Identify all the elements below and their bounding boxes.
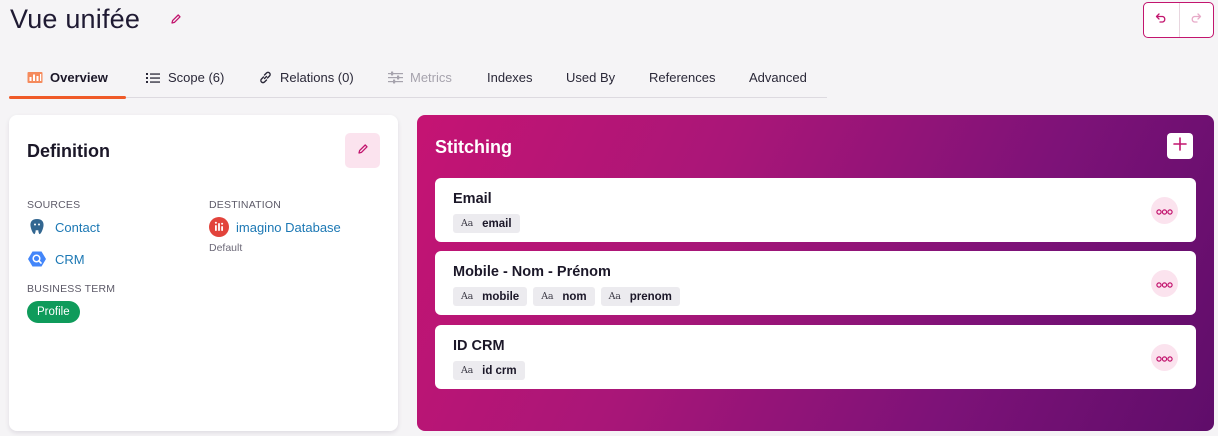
definition-title: Definition xyxy=(27,141,110,161)
rule-fields: Aa mobile Aa nom Aa prenom xyxy=(453,287,680,306)
field-name: nom xyxy=(562,290,587,303)
more-options-icon xyxy=(1156,202,1173,220)
rule-fields: Aa id crm xyxy=(453,361,525,380)
rule-fields: Aa email xyxy=(453,214,520,233)
overview-chart-icon xyxy=(27,70,43,86)
pencil-icon xyxy=(357,142,369,160)
history-controls xyxy=(1143,2,1214,38)
field-name: prenom xyxy=(629,290,672,303)
redo-button[interactable] xyxy=(1178,3,1214,37)
tab-overview[interactable]: Overview xyxy=(9,58,126,99)
more-options-icon xyxy=(1156,275,1173,293)
tab-label: Used By xyxy=(566,70,616,85)
sources-label: SOURCES xyxy=(27,199,81,211)
text-type-icon: Aa xyxy=(608,291,621,302)
rule-options-button[interactable] xyxy=(1151,270,1178,297)
undo-arrow-icon xyxy=(1155,11,1167,29)
page-title: Vue unifée xyxy=(10,4,141,34)
field-name: email xyxy=(482,217,512,230)
field-chip: Aa mobile xyxy=(453,287,528,306)
stitching-rule-card[interactable]: Email Aa email xyxy=(435,178,1196,242)
pencil-icon[interactable] xyxy=(170,12,182,24)
tab-label: Scope (6) xyxy=(168,70,225,85)
source-name: Contact xyxy=(55,219,100,235)
tab-advanced[interactable]: Advanced xyxy=(749,58,819,97)
tab-references[interactable]: References xyxy=(649,58,731,97)
source-contact-link[interactable]: Contact xyxy=(27,217,100,237)
text-type-icon: Aa xyxy=(541,291,554,302)
stitching-panel: Stitching Email Aa email Mobile - Nom - P… xyxy=(417,115,1214,431)
tab-used-by[interactable]: Used By xyxy=(566,58,630,97)
field-chip: Aa prenom xyxy=(600,287,680,306)
edit-definition-button[interactable] xyxy=(345,133,380,168)
postgresql-icon xyxy=(27,217,47,237)
text-type-icon: Aa xyxy=(461,291,474,302)
list-icon xyxy=(145,70,161,86)
field-chip: Aa id crm xyxy=(453,361,525,380)
tab-label: Relations (0) xyxy=(280,70,354,85)
sliders-icon xyxy=(387,70,403,86)
tab-scope[interactable]: Scope (6) xyxy=(145,58,239,97)
rule-options-button[interactable] xyxy=(1151,197,1178,224)
field-chip: Aa email xyxy=(453,214,520,233)
link-icon xyxy=(257,70,273,86)
destination-link[interactable]: imagino Database xyxy=(209,217,341,237)
redo-arrow-icon xyxy=(1190,11,1202,29)
rule-name: ID CRM xyxy=(453,338,505,354)
source-name: CRM xyxy=(55,251,85,267)
business-term-badge[interactable]: Profile xyxy=(27,301,80,323)
rule-name: Email xyxy=(453,191,492,207)
tab-label: Advanced xyxy=(749,70,807,85)
tab-relations[interactable]: Relations (0) xyxy=(257,58,369,97)
text-type-icon: Aa xyxy=(461,365,474,376)
tab-label: Overview xyxy=(50,70,108,85)
tab-label: References xyxy=(649,70,716,85)
tab-label: Indexes xyxy=(487,70,533,85)
source-crm-link[interactable]: CRM xyxy=(27,249,85,269)
imagino-icon xyxy=(209,217,229,237)
tab-bar: Overview Scope (6) Relations (0) Metrics… xyxy=(9,58,827,99)
destination-label: DESTINATION xyxy=(209,199,282,211)
tab-metrics: Metrics xyxy=(387,58,469,97)
bigquery-icon xyxy=(27,249,47,269)
stitching-rule-card[interactable]: ID CRM Aa id crm xyxy=(435,325,1196,389)
rule-options-button[interactable] xyxy=(1151,344,1178,371)
text-type-icon: Aa xyxy=(461,218,474,229)
stitching-title: Stitching xyxy=(435,137,512,157)
stitching-rule-card[interactable]: Mobile - Nom - Prénom Aa mobile Aa nom Aa p… xyxy=(435,251,1196,315)
destination-name: imagino Database xyxy=(236,219,341,235)
tab-label: Metrics xyxy=(410,70,452,85)
definition-card: Definition SOURCES Contact CRM DESTINATI… xyxy=(9,115,398,431)
business-term-label: BUSINESS TERM xyxy=(27,283,116,295)
field-name: id crm xyxy=(482,364,517,377)
rule-name: Mobile - Nom - Prénom xyxy=(453,264,611,280)
field-name: mobile xyxy=(482,290,520,303)
undo-button[interactable] xyxy=(1144,3,1179,37)
add-stitching-rule-button[interactable] xyxy=(1167,133,1193,159)
plus-icon xyxy=(1173,136,1187,156)
more-options-icon xyxy=(1156,349,1173,367)
field-chip: Aa nom xyxy=(533,287,595,306)
tab-indexes[interactable]: Indexes xyxy=(487,58,547,97)
destination-sublabel: Default xyxy=(209,242,243,254)
